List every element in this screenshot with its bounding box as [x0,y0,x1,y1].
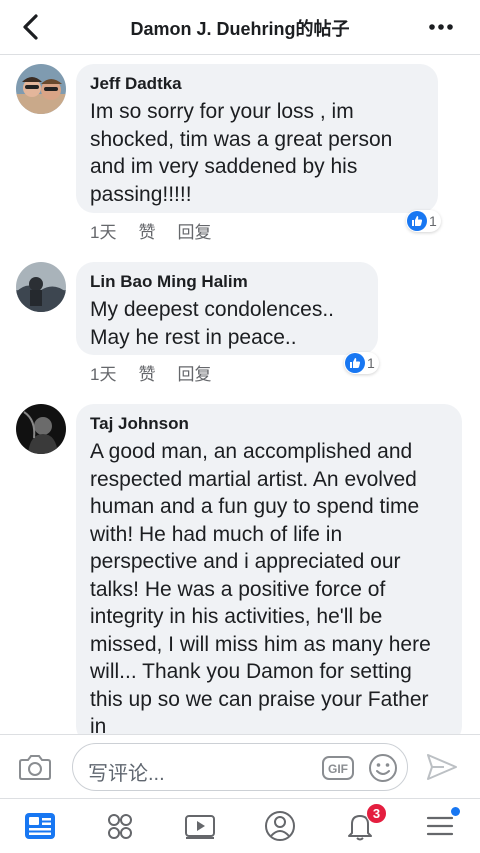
like-reaction-icon [345,353,365,373]
page-title: Damon J. Duehring的帖子 [130,19,350,39]
profile-icon [265,811,295,841]
comment-composer: 写评论... GIF [0,734,480,798]
comments-list: Jeff Dadtka Im so sorry for your loss , … [0,56,480,734]
avatar[interactable] [16,64,66,114]
back-chevron-icon[interactable] [14,10,48,44]
reaction-number: 1 [367,355,375,371]
menu-new-dot [451,807,460,816]
bottom-nav: 3 [0,798,480,853]
comment-bubble: Lin Bao Ming Halim My deepest condolence… [76,262,378,355]
comment-actions: 1天 赞 回复 [90,360,211,385]
reaction-count[interactable]: 1 [344,352,379,374]
send-icon[interactable] [426,752,458,782]
video-icon [185,815,215,839]
comment-time: 1天 [90,365,117,384]
avatar[interactable] [16,404,66,454]
emoji-icon[interactable] [368,753,398,783]
nav-news-feed[interactable] [20,807,60,845]
gif-icon[interactable]: GIF [322,756,354,780]
gif-label: GIF [328,762,348,776]
comment-input[interactable]: 写评论... GIF [72,743,408,791]
comment-text: A good man, an accomplished and respecte… [90,440,431,734]
comment-text: Im so sorry for your loss , im shocked, … [90,100,393,206]
news-feed-icon [25,813,55,839]
more-options-icon[interactable] [426,14,456,40]
avatar[interactable] [16,262,66,312]
reply-button[interactable]: 回复 [177,360,211,385]
comment-author[interactable]: Lin Bao Ming Halim [90,271,364,293]
comment-actions: 1天 赞 回复 [90,218,211,243]
reaction-count[interactable]: 1 [406,210,441,232]
like-button[interactable]: 赞 [138,360,155,385]
comment-input-placeholder: 写评论... [88,763,165,785]
comment-author[interactable]: Taj Johnson [90,413,448,435]
comment-time: 1天 [90,223,117,242]
like-button[interactable]: 赞 [138,218,155,243]
comment-bubble: Jeff Dadtka Im so sorry for your loss , … [76,64,438,213]
comment-author[interactable]: Jeff Dadtka [90,73,424,95]
camera-icon[interactable] [18,751,52,783]
groups-icon [108,814,132,839]
like-reaction-icon [407,211,427,231]
reaction-number: 1 [429,213,437,229]
nav-watch[interactable] [180,807,220,845]
notification-badge: 3 [366,803,387,824]
nav-profile[interactable] [260,807,300,845]
reply-button[interactable]: 回复 [177,218,211,243]
comment-text: My deepest condolences.. May he rest in … [90,298,334,349]
top-bar: Damon J. Duehring的帖子 [0,0,480,55]
comment-bubble: Taj Johnson A good man, an accomplished … [76,404,462,734]
nav-groups[interactable] [100,807,140,845]
